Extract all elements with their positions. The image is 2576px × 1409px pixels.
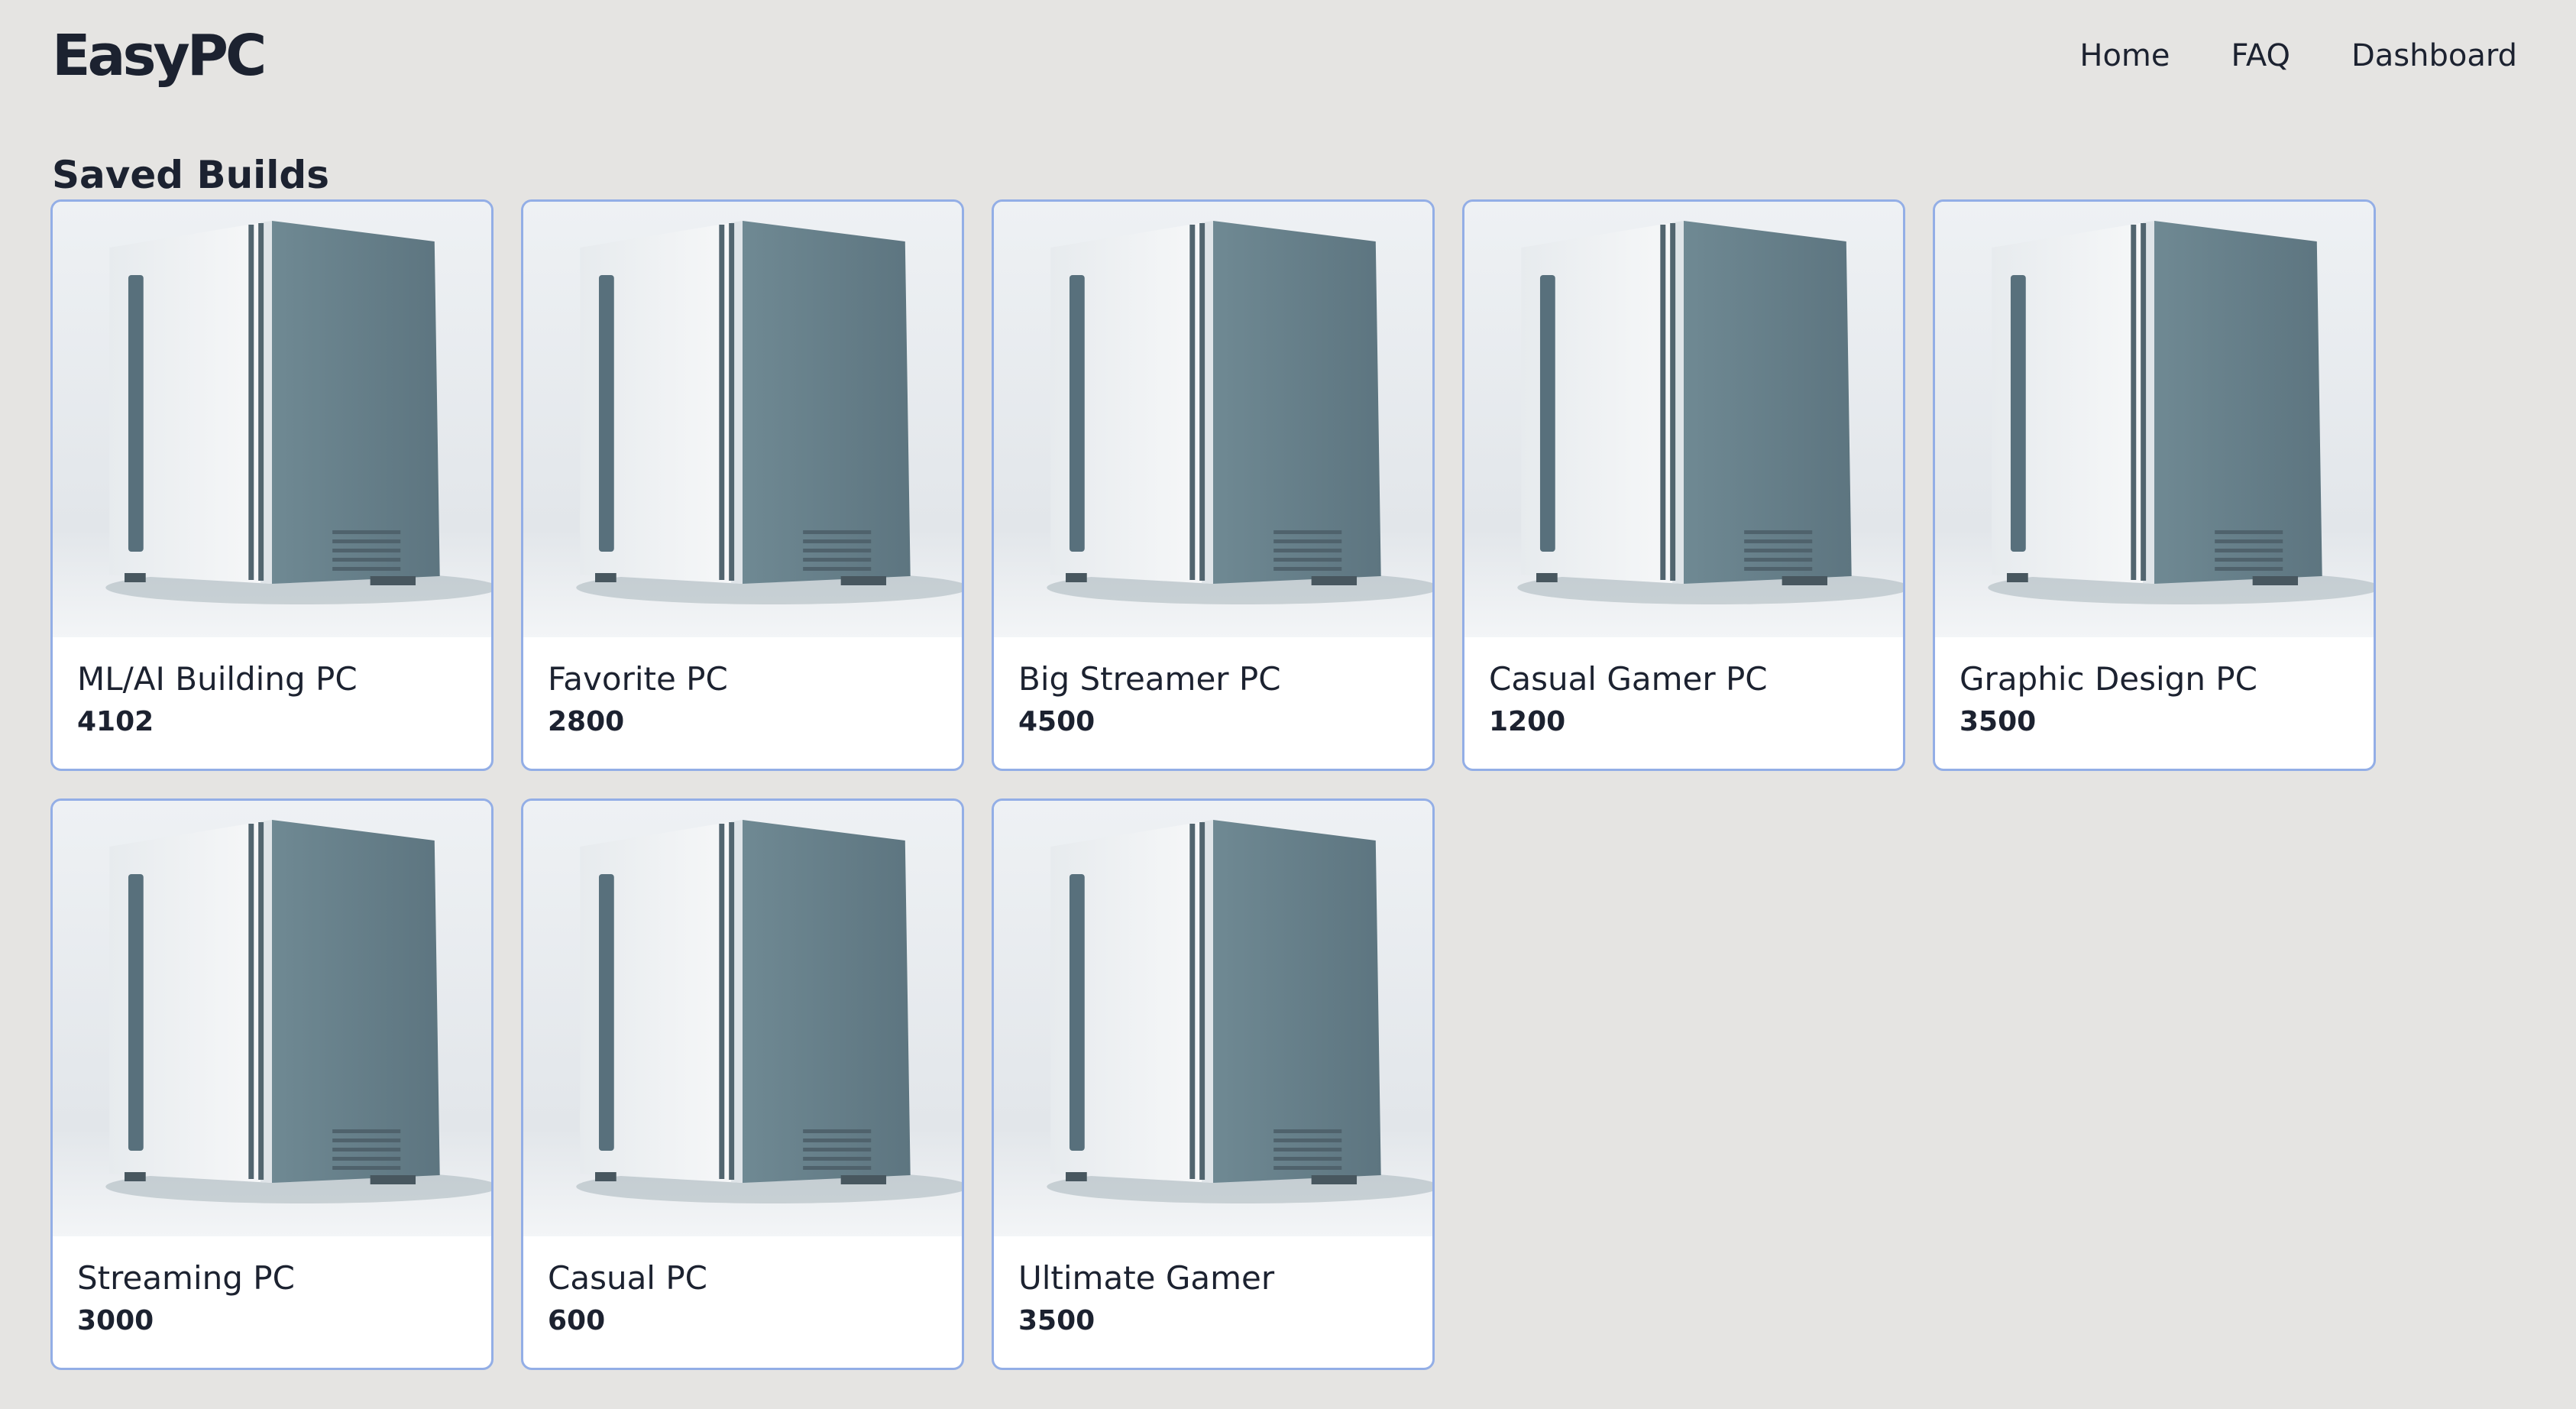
section-title: Saved Builds: [52, 153, 329, 197]
build-price: 4500: [1018, 706, 1095, 737]
saved-builds-grid: ML/AI Building PC 4102 Favorite PC 2800 …: [50, 199, 2403, 1370]
build-price: 4102: [77, 706, 154, 737]
pc-case-image: [523, 202, 962, 637]
build-price: 3500: [1018, 1305, 1095, 1336]
build-card[interactable]: Ultimate Gamer 3500: [992, 798, 1435, 1370]
pc-case-image: [1935, 202, 2374, 637]
build-card[interactable]: Big Streamer PC 4500: [992, 199, 1435, 771]
pc-case-image: [53, 801, 491, 1236]
build-name: Favorite PC: [548, 660, 728, 698]
build-name: Casual PC: [548, 1259, 707, 1297]
build-card[interactable]: ML/AI Building PC 4102: [50, 199, 494, 771]
build-price: 1200: [1489, 706, 1566, 737]
build-name: ML/AI Building PC: [77, 660, 358, 698]
build-name: Big Streamer PC: [1018, 660, 1281, 698]
build-price: 2800: [548, 706, 625, 737]
build-price: 600: [548, 1305, 606, 1336]
site-header: EasyPC Home FAQ Dashboard: [0, 0, 2576, 115]
nav-home-link[interactable]: Home: [2079, 38, 2170, 73]
build-name: Streaming PC: [77, 1259, 295, 1297]
build-price: 3500: [1960, 706, 2037, 737]
main-nav: Home FAQ Dashboard: [2079, 38, 2517, 73]
build-card[interactable]: Graphic Design PC 3500: [1933, 199, 2376, 771]
build-name: Ultimate Gamer: [1018, 1259, 1275, 1297]
pc-case-image: [1464, 202, 1903, 637]
build-name: Graphic Design PC: [1960, 660, 2257, 698]
build-card[interactable]: Casual Gamer PC 1200: [1462, 199, 1905, 771]
pc-case-image: [994, 202, 1432, 637]
nav-faq-link[interactable]: FAQ: [2231, 38, 2290, 73]
nav-dashboard-link[interactable]: Dashboard: [2351, 38, 2517, 73]
build-name: Casual Gamer PC: [1489, 660, 1768, 698]
pc-case-image: [523, 801, 962, 1236]
pc-case-image: [53, 202, 491, 637]
build-card[interactable]: Casual PC 600: [521, 798, 964, 1370]
build-card[interactable]: Favorite PC 2800: [521, 199, 964, 771]
build-card[interactable]: Streaming PC 3000: [50, 798, 494, 1370]
logo[interactable]: EasyPC: [52, 23, 267, 89]
pc-case-image: [994, 801, 1432, 1236]
build-price: 3000: [77, 1305, 154, 1336]
